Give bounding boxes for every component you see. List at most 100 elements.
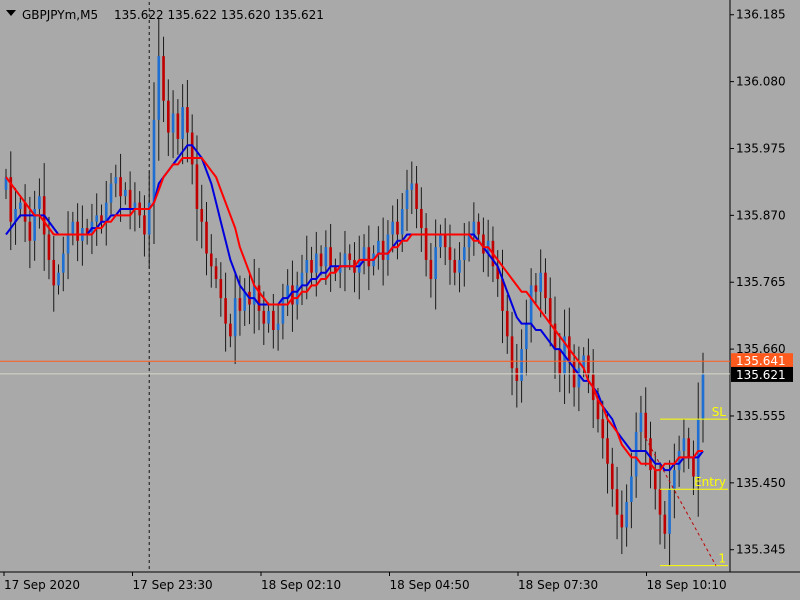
candle-body [205, 221, 208, 254]
candle [668, 460, 671, 566]
candle-body [109, 183, 113, 203]
candle [71, 211, 75, 246]
candle [133, 182, 137, 232]
candles [4, 18, 705, 566]
price-tick-label: 135.345 [736, 543, 786, 557]
candle-body [124, 189, 127, 197]
candle [687, 427, 690, 469]
candle-body [38, 196, 41, 209]
candle-body [71, 221, 75, 235]
candle-body [95, 215, 99, 222]
candle-body [314, 253, 318, 273]
candle [462, 222, 466, 287]
candle [162, 36, 165, 123]
candle-body [281, 298, 285, 324]
candle-body [190, 132, 194, 165]
candle [467, 221, 471, 262]
candle-body [276, 323, 280, 330]
candle-body [610, 463, 614, 490]
candle [701, 352, 705, 443]
candle-body [343, 253, 347, 267]
candle-body [19, 202, 22, 209]
candle [143, 195, 146, 257]
candle-body [291, 285, 294, 305]
candle [658, 462, 662, 545]
candle-body [214, 266, 218, 280]
candle [76, 203, 79, 262]
candle [190, 114, 194, 185]
candle-body [658, 489, 662, 515]
time-tick-label: 17 Sep 23:30 [133, 578, 213, 592]
candle-body [300, 272, 304, 286]
candle [343, 230, 347, 292]
candle [439, 224, 442, 259]
candle-body [329, 247, 332, 267]
candle-body [396, 221, 399, 235]
candle [410, 161, 414, 215]
candle-body [544, 272, 547, 299]
price-chart[interactable]: SL Entry 1 136.185 136.080 135.975 135.870 135… [0, 0, 800, 600]
candle [420, 187, 423, 252]
candle [577, 346, 581, 412]
candle-body [462, 247, 466, 260]
candle-body [66, 234, 70, 254]
candle-body [644, 412, 648, 439]
candle-body [429, 259, 433, 280]
candle-body [272, 310, 275, 330]
candle-body [615, 489, 619, 515]
candle-body [668, 489, 671, 534]
candle-body [319, 253, 323, 267]
candle-body [548, 298, 552, 324]
resistance-price-label: 135.641 [736, 354, 786, 368]
candle [453, 248, 457, 286]
candle [434, 219, 437, 310]
candle [458, 242, 461, 293]
candle [606, 411, 609, 494]
candle [291, 260, 294, 332]
candle-body [57, 272, 60, 286]
price-tick-label: 135.975 [736, 141, 786, 155]
candle [534, 272, 538, 306]
candle-body [472, 221, 476, 235]
candle-body [415, 183, 418, 209]
candle [630, 452, 633, 529]
candle [610, 447, 614, 507]
candle-body [515, 368, 519, 381]
candle-body [186, 107, 189, 133]
candle [233, 272, 237, 365]
candle [338, 252, 342, 289]
candle [257, 267, 261, 331]
candle-body [377, 240, 380, 254]
candle-body [577, 368, 581, 388]
candle [362, 234, 366, 275]
candle-body [439, 234, 442, 248]
candle-body [587, 355, 590, 375]
candle-body [229, 323, 232, 337]
candle [4, 168, 8, 199]
candle-body [238, 298, 242, 311]
candle-body [663, 514, 667, 534]
candle [281, 283, 285, 340]
candle-body [162, 56, 165, 101]
dropdown-triangle-icon[interactable] [6, 10, 16, 16]
candle-body [625, 501, 628, 528]
price-tick-label: 136.080 [736, 75, 786, 89]
price-levels: SL Entry 1 [0, 360, 730, 567]
candle-body [434, 247, 437, 280]
candle [114, 164, 118, 198]
candle-body [143, 215, 146, 235]
candle [52, 236, 56, 312]
sl-label: SL [712, 405, 727, 419]
candle [229, 313, 232, 348]
time-tick-label: 18 Sep 02:10 [261, 578, 341, 592]
candle-body [219, 279, 223, 299]
candle [505, 294, 509, 354]
candle [443, 218, 447, 266]
candle [314, 231, 318, 297]
chart-canvas[interactable]: SL Entry 1 136.185 136.080 135.975 135.870 135… [0, 0, 800, 600]
candle-body [520, 349, 523, 381]
candle-body [539, 272, 542, 292]
candle [525, 299, 528, 376]
candle [548, 277, 552, 347]
candle [415, 165, 418, 229]
